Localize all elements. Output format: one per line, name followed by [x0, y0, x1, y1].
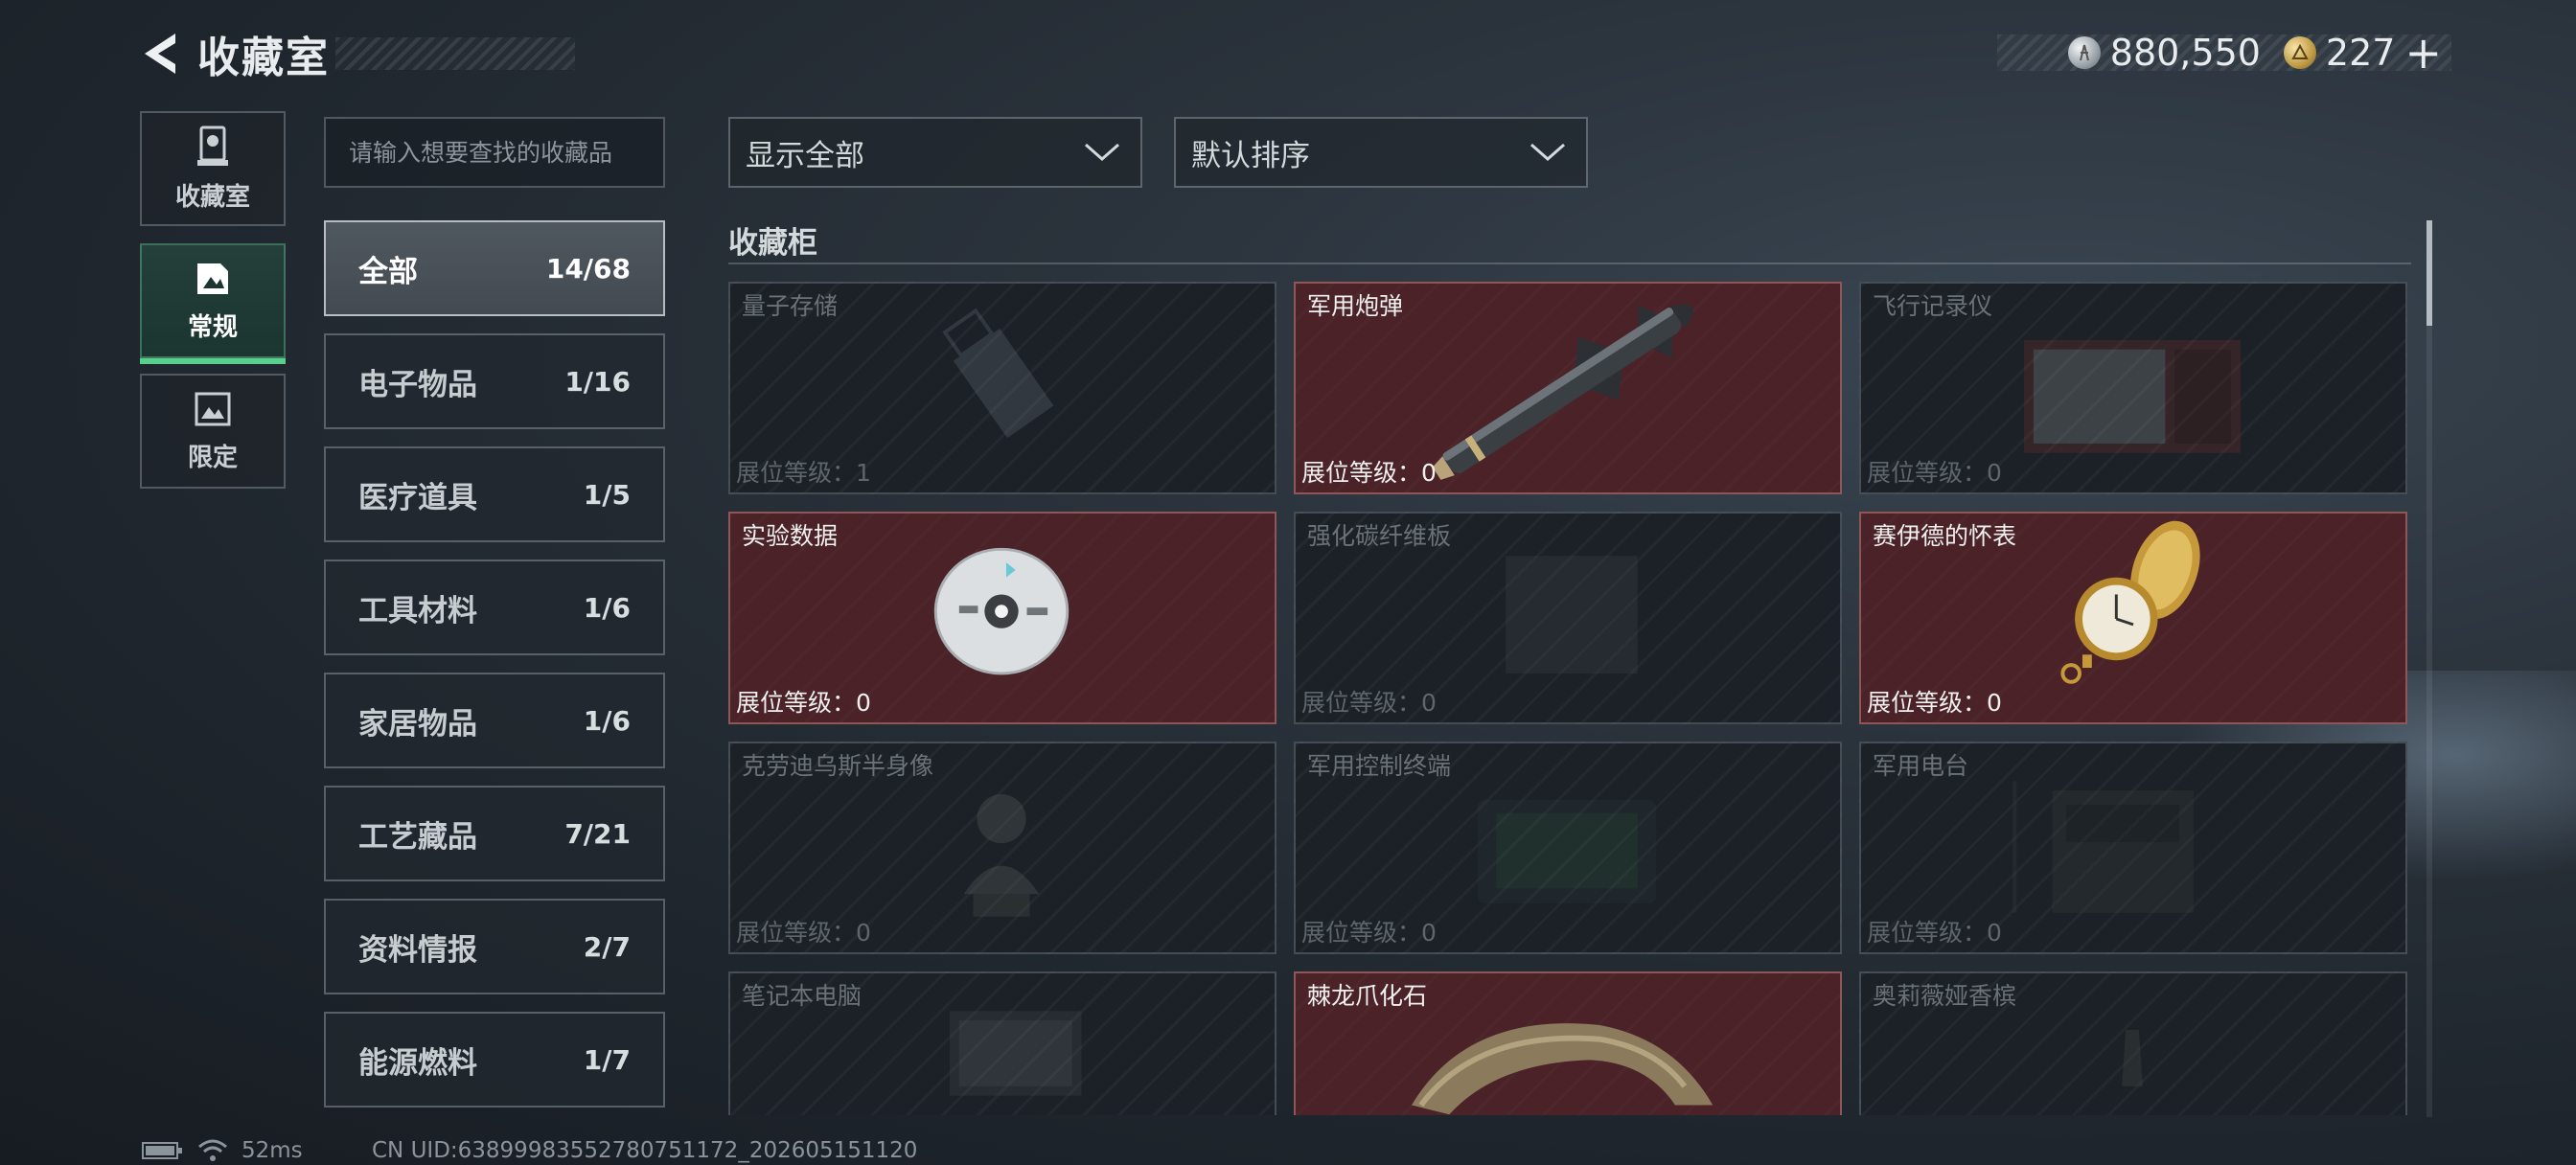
currency-bar: 880,550 227 +	[1997, 31, 2451, 75]
category-name: 工艺藏品	[358, 819, 477, 855]
add-currency-button[interactable]: +	[2404, 31, 2442, 75]
item-name: 强化碳纤维板	[1307, 522, 1452, 550]
document-icon	[197, 263, 228, 294]
wifi-icon	[198, 1139, 227, 1161]
item-name: 克劳迪乌斯半身像	[742, 752, 934, 780]
category-name: 医疗道具	[358, 480, 477, 515]
collection-item-claudius-bust[interactable]: 克劳迪乌斯半身像 展位等级：0	[728, 742, 1276, 954]
item-name: 量子存储	[742, 292, 839, 320]
status-bar: 52ms	[142, 1138, 303, 1163]
tab-collection-room[interactable]: 收藏室	[140, 111, 286, 226]
item-name: 军用控制终端	[1307, 752, 1452, 780]
tab-regular[interactable]: 常规	[140, 243, 286, 364]
category-count: 14/68	[545, 252, 631, 285]
back-button[interactable]	[134, 23, 188, 84]
collection-item-experiment-data[interactable]: 实验数据 展位等级：0	[728, 512, 1276, 724]
item-level: 展位等级：0	[736, 689, 871, 717]
scroll-thumb[interactable]	[2426, 220, 2432, 326]
category-name: 电子物品	[358, 367, 477, 402]
page-title: 收藏室	[197, 34, 330, 82]
tab-label: 常规	[187, 312, 238, 342]
header: 收藏室	[134, 23, 575, 84]
category-name: 家居物品	[358, 706, 477, 742]
item-level: 展位等级：1	[736, 459, 871, 487]
gold-triangle-coin-icon	[2283, 36, 2316, 69]
category-household[interactable]: 家居物品 1/6	[324, 673, 665, 768]
collection-item-spinosaurus-claw[interactable]: 棘龙爪化石	[1294, 971, 1842, 1115]
collection-item-olivia-champagne[interactable]: 奥莉薇娅香槟	[1859, 971, 2407, 1115]
collection-item-military-shell[interactable]: 军用炮弹 展位等级：0	[1294, 282, 1842, 494]
category-count: 2/7	[583, 930, 631, 963]
ping-value: 52ms	[242, 1138, 303, 1163]
image-icon	[195, 392, 231, 425]
item-name: 棘龙爪化石	[1307, 982, 1428, 1010]
item-level: 展位等级：0	[1867, 689, 2002, 717]
silver-currency-amount: 880,550	[2109, 32, 2261, 74]
section-title: 收藏柜	[728, 226, 817, 261]
category-tools[interactable]: 工具材料 1/6	[324, 560, 665, 655]
collection-item-quantum-storage[interactable]: 量子存储 展位等级：1	[728, 282, 1276, 494]
category-count: 1/7	[583, 1043, 631, 1076]
battery-icon	[142, 1142, 182, 1159]
item-level: 展位等级：0	[1301, 919, 1437, 947]
category-crafts[interactable]: 工艺藏品 7/21	[324, 786, 665, 881]
category-count: 1/16	[564, 365, 631, 398]
sort-dropdown[interactable]: 默认排序	[1174, 117, 1588, 188]
display-filter-value: 显示全部	[746, 138, 864, 173]
collection-item-military-terminal[interactable]: 军用控制终端 展位等级：0	[1294, 742, 1842, 954]
item-name: 奥莉薇娅香槟	[1873, 982, 2017, 1010]
trophy-icon	[197, 126, 228, 166]
category-electronics[interactable]: 电子物品 1/16	[324, 333, 665, 429]
collection-item-pocket-watch[interactable]: 赛伊德的怀表 展位等级：0	[1859, 512, 2407, 724]
category-intel[interactable]: 资料情报 2/7	[324, 899, 665, 994]
item-level: 展位等级：0	[1867, 919, 2002, 947]
category-name: 工具材料	[358, 593, 477, 628]
item-name: 飞行记录仪	[1873, 292, 1993, 320]
item-name: 军用电台	[1873, 752, 1969, 780]
back-arrow-icon	[145, 34, 175, 74]
gold-currency-amount: 227	[2325, 32, 2396, 74]
section-divider	[728, 263, 2411, 264]
category-count: 1/6	[583, 704, 631, 737]
category-count: 1/5	[583, 478, 631, 511]
collection-item-military-radio[interactable]: 军用电台 展位等级：0	[1859, 742, 2407, 954]
collection-item-carbon-fiber-plate[interactable]: 强化碳纤维板 展位等级：0	[1294, 512, 1842, 724]
item-name: 赛伊德的怀表	[1873, 522, 2017, 550]
tab-label: 限定	[187, 443, 238, 472]
category-name: 资料情报	[358, 932, 477, 968]
collection-item-flight-recorder[interactable]: 飞行记录仪 展位等级：0	[1859, 282, 2407, 494]
item-name: 实验数据	[742, 522, 839, 550]
item-level: 展位等级：0	[1301, 459, 1437, 487]
item-name: 笔记本电脑	[742, 982, 862, 1010]
item-level: 展位等级：0	[1301, 689, 1437, 717]
item-name: 军用炮弹	[1307, 292, 1404, 320]
chevron-down-icon	[1085, 143, 1119, 162]
search-input[interactable]	[324, 117, 665, 188]
category-medical[interactable]: 医疗道具 1/5	[324, 446, 665, 542]
category-name: 能源燃料	[358, 1045, 477, 1081]
silver-coin-icon	[2067, 36, 2101, 69]
category-count: 1/6	[583, 591, 631, 624]
chevron-down-icon	[1530, 143, 1565, 162]
tab-label: 收藏室	[174, 182, 250, 212]
category-all[interactable]: 全部 14/68	[324, 220, 665, 316]
tab-limited[interactable]: 限定	[140, 374, 286, 489]
category-count: 7/21	[564, 817, 631, 850]
category-name: 全部	[358, 254, 418, 289]
grid-scrollbar[interactable]	[2426, 220, 2432, 1117]
collection-grid: 量子存储 展位等级：1 军用炮弹 展位等级：0 飞行记录仪 展位等级：0 实验数…	[728, 282, 2407, 1115]
collection-item-laptop[interactable]: 笔记本电脑	[728, 971, 1276, 1115]
title-decoration	[335, 37, 575, 70]
uid-text: CN UID:6389998355278075117​2_20260515112…	[372, 1138, 918, 1163]
display-filter-dropdown[interactable]: 显示全部	[728, 117, 1142, 188]
item-level: 展位等级：0	[736, 919, 871, 947]
sort-value: 默认排序	[1191, 138, 1310, 173]
category-fuel[interactable]: 能源燃料 1/7	[324, 1012, 665, 1108]
item-level: 展位等级：0	[1867, 459, 2002, 487]
